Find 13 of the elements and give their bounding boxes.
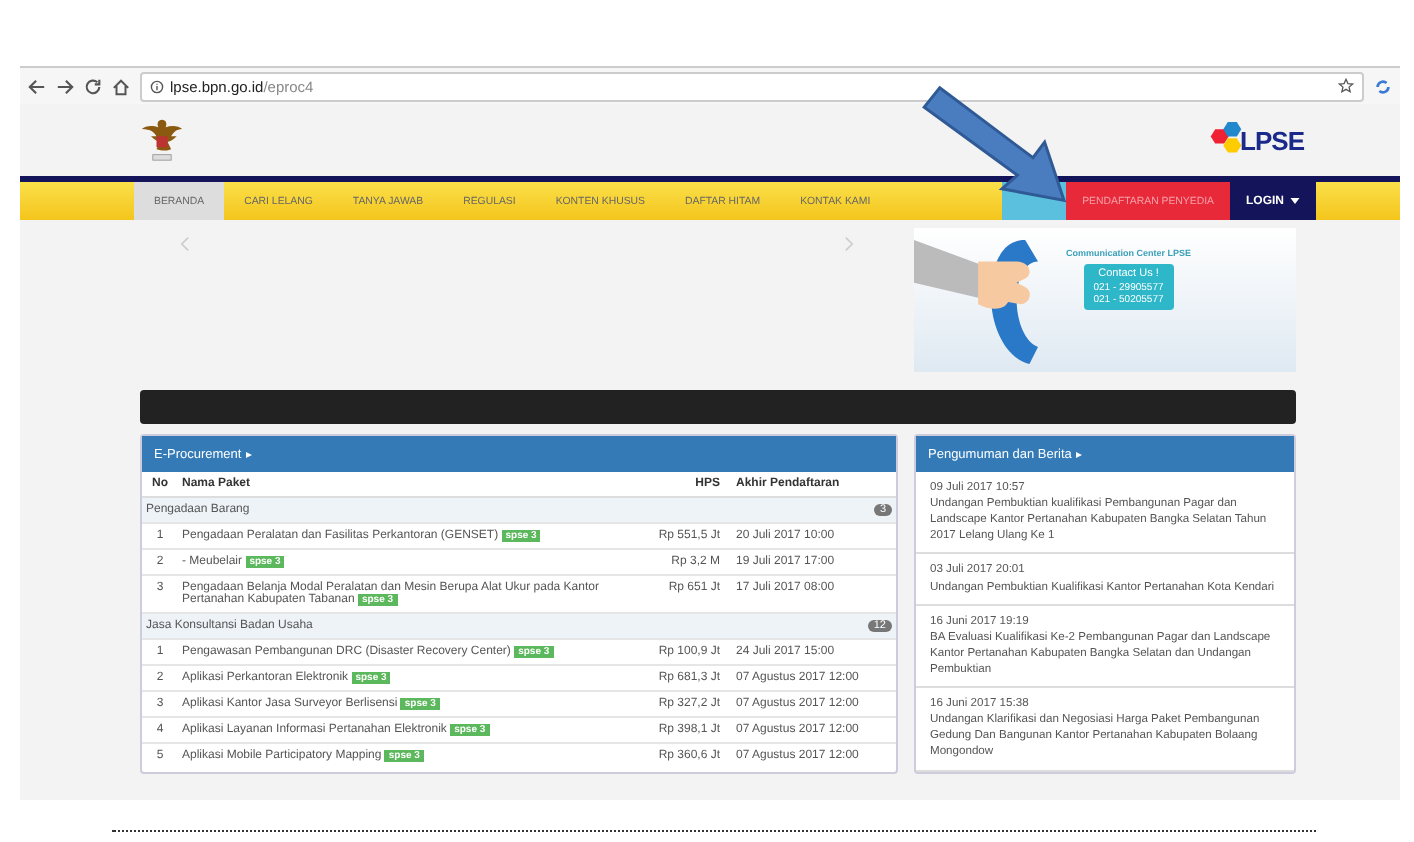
bullet-icon xyxy=(245,451,252,457)
hand-phone-drawing xyxy=(914,240,1038,364)
caret-icon xyxy=(1290,198,1300,204)
star-icon[interactable] xyxy=(1338,78,1354,94)
emblem-icon xyxy=(140,114,184,166)
home-icon[interactable] xyxy=(112,77,130,95)
info-icon[interactable] xyxy=(150,79,164,93)
back-icon[interactable] xyxy=(28,77,46,95)
sync-icon[interactable] xyxy=(1374,77,1392,95)
lpse-logo: LPSE xyxy=(1204,122,1304,158)
bullet-icon xyxy=(1075,451,1082,457)
reload-icon[interactable] xyxy=(84,77,102,95)
forward-icon[interactable] xyxy=(56,77,74,95)
